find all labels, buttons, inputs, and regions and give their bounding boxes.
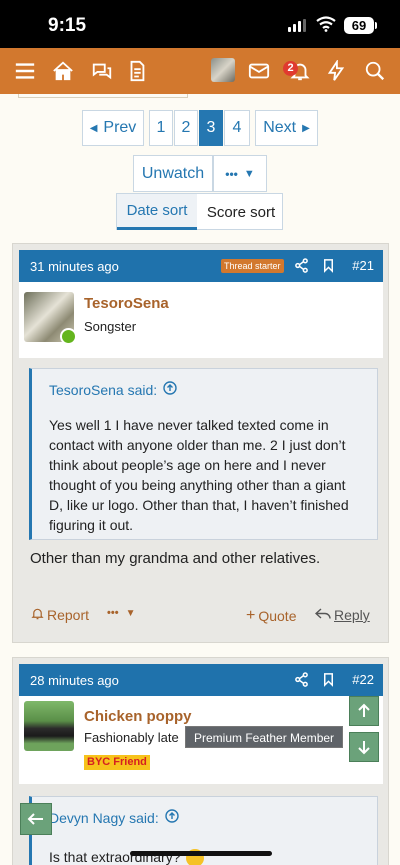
next-page-button[interactable]: Next ▶ — [255, 110, 318, 146]
wifi-icon — [316, 16, 336, 37]
quote-label: Quote — [258, 608, 297, 624]
thread-tools-menu-button[interactable]: ••• ▼ — [213, 155, 267, 192]
post-21: 31 minutes ago Thread starter #21 Tesoro… — [12, 243, 389, 643]
page-4-button[interactable]: 4 — [224, 110, 250, 146]
articles-icon[interactable] — [125, 59, 149, 83]
home-indicator — [130, 851, 272, 856]
user-title: Fashionably late — [84, 730, 179, 745]
post-more-menu[interactable]: ••• ▼ — [107, 607, 135, 619]
user-title: Songster — [84, 319, 137, 334]
home-icon[interactable] — [51, 59, 75, 83]
quote-author[interactable]: Devyn Nagy said: — [49, 809, 179, 826]
downvote-button[interactable] — [349, 732, 379, 762]
page-1-button[interactable]: 1 — [149, 110, 173, 146]
arrow-down-icon — [358, 741, 370, 755]
next-page-label: Next — [263, 119, 297, 136]
upvote-button[interactable] — [349, 696, 379, 726]
premium-member-badge: Premium Feather Member — [185, 726, 344, 748]
tab-date-sort[interactable]: Date sort — [117, 194, 197, 230]
thread-starter-badge: Thread starter — [221, 259, 284, 273]
inbox-icon[interactable] — [247, 59, 271, 83]
notification-badge: 2 — [283, 61, 298, 76]
report-button[interactable]: Report — [31, 607, 89, 623]
arrow-up-icon — [358, 703, 370, 717]
search-icon[interactable] — [363, 59, 387, 83]
username[interactable]: TesoroSena — [84, 295, 169, 312]
prev-page-label: Prev — [103, 119, 137, 136]
post-number[interactable]: #22 — [352, 672, 374, 687]
more-dots-icon: ••• — [107, 607, 119, 619]
quote-block: TesoroSena said: Yes well 1 I have never… — [29, 368, 378, 540]
bell-outline-icon — [31, 607, 44, 623]
quote-author-label: Devyn Nagy said: — [49, 809, 159, 826]
user-info: TesoroSena Songster — [19, 282, 383, 358]
post-timestamp[interactable]: 31 minutes ago — [30, 259, 119, 274]
share-icon[interactable] — [294, 672, 310, 688]
reply-button[interactable]: Reply — [314, 607, 370, 623]
post-body: Other than my grandma and other relative… — [30, 550, 321, 567]
forums-icon[interactable] — [90, 59, 114, 83]
cellular-signal-icon — [288, 19, 306, 32]
online-status-icon — [60, 328, 77, 345]
plus-icon: + — [246, 607, 256, 624]
chevron-right-icon: ▶ — [302, 122, 310, 134]
username[interactable]: Chicken poppy — [84, 708, 192, 725]
status-bar: 9:15 69 — [0, 0, 400, 48]
back-button[interactable] — [20, 803, 52, 835]
quote-text: Is that extraordinary? — [49, 847, 363, 865]
post-timestamp[interactable]: 28 minutes ago — [30, 673, 119, 688]
arrow-left-icon — [27, 813, 43, 825]
quote-button[interactable]: + Quote — [246, 607, 296, 625]
share-icon[interactable] — [294, 258, 310, 274]
caret-down-icon: ▼ — [125, 607, 136, 619]
tab-score-sort[interactable]: Score sort — [199, 194, 283, 230]
user-info: Chicken poppy Fashionably late Premium F… — [19, 696, 383, 784]
caret-down-icon: ▼ — [243, 167, 255, 180]
battery-level: 69 — [344, 17, 374, 34]
menu-icon[interactable] — [13, 59, 37, 83]
avatar[interactable] — [24, 701, 74, 751]
page-2-button[interactable]: 2 — [174, 110, 198, 146]
bolt-icon[interactable] — [324, 59, 348, 83]
unwatch-button[interactable]: Unwatch — [133, 155, 213, 192]
report-label: Report — [47, 607, 90, 623]
post-header: 31 minutes ago Thread starter #21 — [19, 250, 383, 282]
bookmark-icon[interactable] — [321, 672, 337, 688]
status-time: 9:15 — [48, 15, 87, 36]
sort-tabs: Date sort Score sort — [116, 193, 283, 230]
bookmark-icon[interactable] — [321, 258, 337, 274]
quote-author[interactable]: TesoroSena said: — [49, 381, 177, 398]
user-avatar[interactable] — [211, 58, 235, 82]
page-3-button[interactable]: 3 — [199, 110, 223, 146]
reply-arrow-icon — [314, 607, 331, 623]
previous-content-edge — [18, 94, 188, 98]
byc-friend-badge: BYC Friend — [84, 755, 150, 770]
battery-icon — [375, 22, 377, 29]
top-nav-bar: 2 — [0, 48, 400, 94]
arrow-up-circle-icon[interactable] — [165, 809, 179, 826]
quote-text: Yes well 1 I have never talked texted co… — [49, 417, 349, 533]
post-22: 28 minutes ago #22 Chicken poppy Fashion… — [12, 657, 389, 865]
more-dots-icon: ••• — [225, 166, 238, 181]
post-header: 28 minutes ago #22 — [19, 664, 383, 696]
chevron-left-icon: ◀ — [89, 122, 98, 134]
reply-label: Reply — [334, 607, 370, 623]
post-number[interactable]: #21 — [352, 258, 374, 273]
prev-page-button[interactable]: ◀ Prev — [82, 110, 144, 146]
arrow-up-circle-icon[interactable] — [163, 381, 177, 398]
quote-author-label: TesoroSena said: — [49, 381, 158, 398]
